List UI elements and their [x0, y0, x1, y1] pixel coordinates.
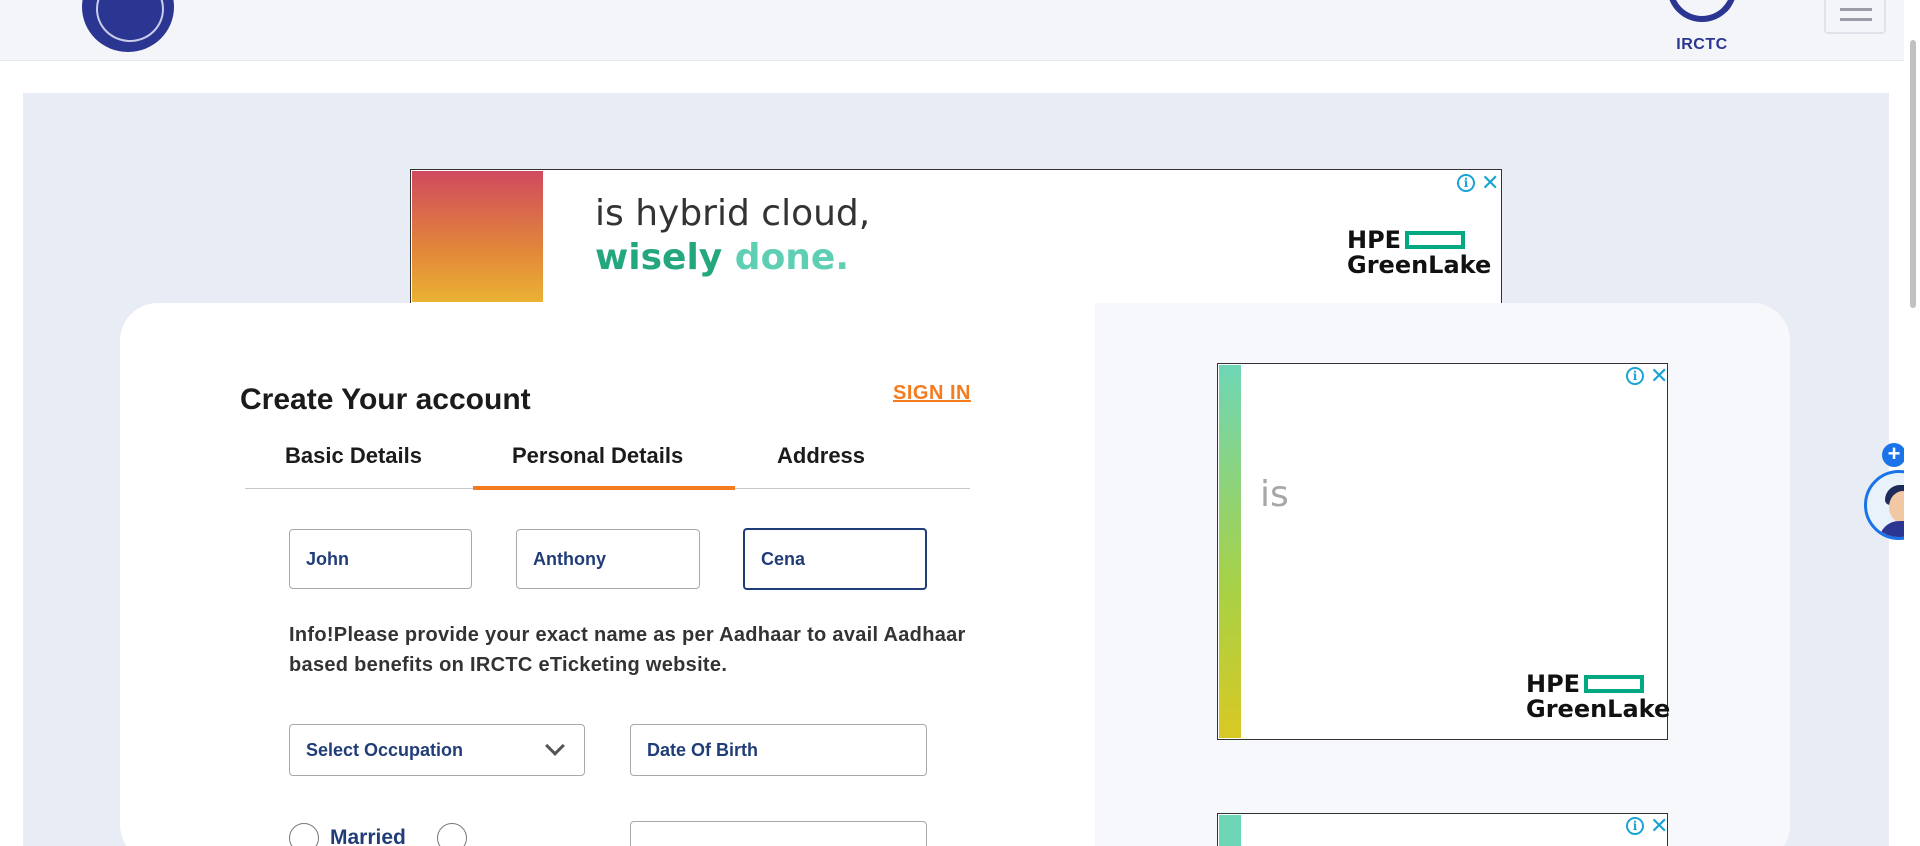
- tab-address[interactable]: Address: [777, 443, 865, 469]
- ad-gradient-bar: [1219, 365, 1241, 738]
- married-label: Married: [330, 826, 406, 846]
- banner-advertisement[interactable]: is hybrid cloud, wisely done. HPE GreenL…: [410, 169, 1502, 304]
- scrollbar-thumb[interactable]: [1910, 40, 1916, 308]
- chevron-down-icon: [545, 736, 565, 756]
- ad-info-icon[interactable]: i: [1626, 817, 1644, 835]
- irctc-logo-text: IRCTC: [1676, 36, 1728, 53]
- irctc-logo[interactable]: IRCTC: [1662, 0, 1742, 60]
- ad-info-icon[interactable]: i: [1626, 367, 1644, 385]
- tab-basic-details[interactable]: Basic Details: [285, 443, 422, 469]
- unmarried-radio[interactable]: [437, 823, 467, 846]
- side-ad-text: is: [1260, 474, 1289, 515]
- page-title: Create Your account: [240, 383, 531, 416]
- hamburger-menu-icon[interactable]: [1824, 0, 1886, 34]
- indian-railways-logo[interactable]: [82, 0, 174, 52]
- active-tab-indicator: [473, 486, 735, 490]
- sign-in-link[interactable]: SIGN IN: [893, 382, 971, 405]
- ad-gradient-bar: [1219, 815, 1241, 846]
- ad-choices[interactable]: i ✕: [1626, 815, 1668, 837]
- side-advertisement-2[interactable]: i ✕: [1217, 813, 1668, 846]
- ad-close-icon[interactable]: ✕: [1481, 172, 1499, 194]
- aadhaar-info-text: Info!Please provide your exact name as p…: [289, 624, 966, 676]
- ad-gradient-block: [412, 171, 543, 302]
- ad-info-icon[interactable]: i: [1457, 174, 1475, 192]
- hpe-greenlake-logo: HPE GreenLake: [1347, 226, 1492, 279]
- ad-close-icon[interactable]: ✕: [1650, 365, 1668, 387]
- last-name-field[interactable]: Cena: [743, 528, 927, 590]
- side-advertisement[interactable]: is HPE GreenLake i ✕: [1217, 363, 1671, 740]
- ad-choices[interactable]: i ✕: [1626, 365, 1668, 387]
- hpe-greenlake-logo: HPE GreenLake: [1526, 670, 1671, 723]
- occupation-select[interactable]: Select Occupation: [289, 724, 585, 776]
- first-name-field[interactable]: John: [289, 529, 472, 589]
- middle-name-field[interactable]: Anthony: [516, 529, 700, 589]
- form-tabs: Basic Details Personal Details Address: [245, 418, 970, 490]
- ad-close-icon[interactable]: ✕: [1650, 815, 1668, 837]
- ad-line-1: is hybrid cloud,: [595, 193, 871, 234]
- date-of-birth-field[interactable]: Date Of Birth: [630, 724, 927, 776]
- tab-personal-details[interactable]: Personal Details: [512, 443, 683, 469]
- top-header: IRCTC: [0, 0, 1904, 61]
- additional-field[interactable]: [630, 821, 927, 846]
- ad-headline: is hybrid cloud, wisely done.: [595, 192, 870, 280]
- ad-line-2: wisely done.: [595, 237, 850, 278]
- married-radio[interactable]: [289, 823, 319, 846]
- ad-choices[interactable]: i ✕: [1457, 172, 1499, 194]
- assistant-expand-icon[interactable]: +: [1882, 443, 1906, 467]
- irctc-logo-arc: [1667, 0, 1737, 22]
